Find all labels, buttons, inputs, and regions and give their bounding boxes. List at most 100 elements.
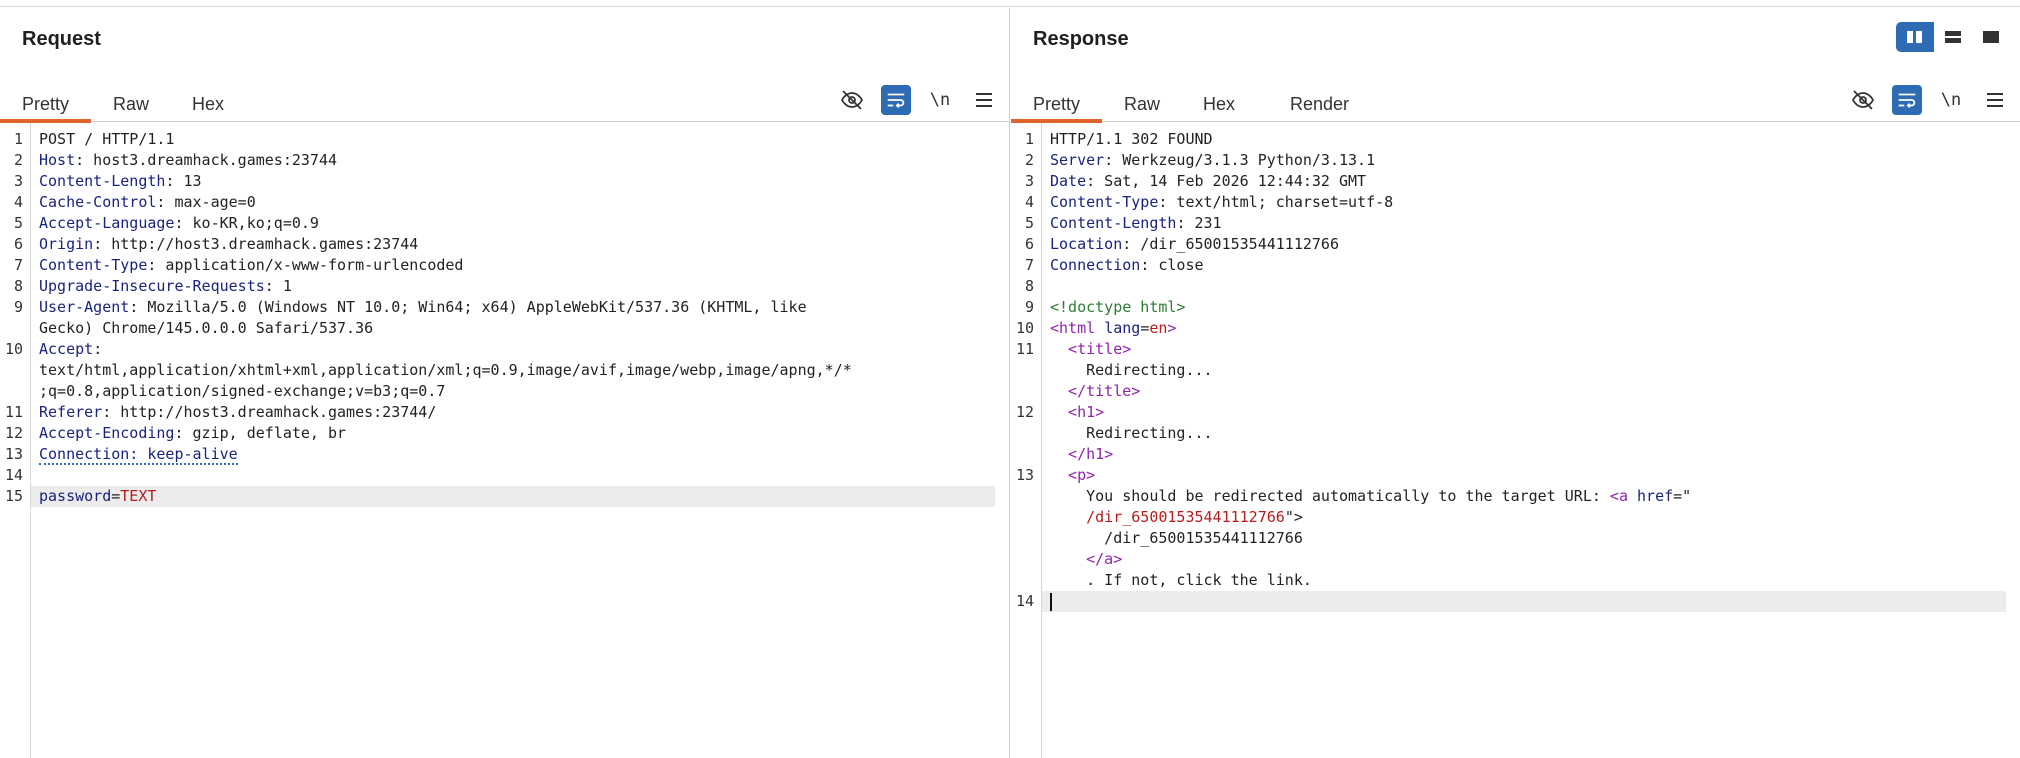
code-token: <!doctype html> (1050, 298, 1186, 316)
eye-off-icon[interactable] (837, 85, 867, 115)
line-code: <!doctype html> (1042, 297, 2006, 318)
code-token: Accept-Language (39, 214, 175, 232)
code-token: Redirecting... (1050, 424, 1213, 442)
code-token: Location (1050, 235, 1123, 253)
tab-response-hex[interactable]: Hex (1181, 78, 1257, 122)
code-line: Redirecting... (1011, 360, 2006, 381)
code-token: "> (1284, 508, 1303, 526)
code-token: : application/x-www-form-urlencoded (147, 256, 464, 274)
line-number: 1 (13, 130, 23, 148)
line-number: 5 (1024, 214, 1034, 232)
line-code: POST / HTTP/1.1 (31, 129, 995, 150)
line-code: Server: Werkzeug/3.1.3 Python/3.13.1 (1042, 150, 2006, 171)
code-token: Connection (1050, 256, 1141, 274)
code-line: 7 Content-Type: application/x-www-form-ur… (0, 255, 995, 276)
hamburger-icon[interactable] (969, 85, 999, 115)
single-pane-icon[interactable] (1972, 22, 2010, 52)
code-token: POST / HTTP/1.1 (39, 130, 175, 148)
code-line: 13 Connection: keep-alive (0, 444, 995, 465)
tab-request-hex[interactable]: Hex (170, 78, 246, 122)
tab-request-raw[interactable]: Raw (91, 78, 171, 122)
code-line: 7 Connection: close (1011, 255, 2006, 276)
code-token: : max-age=0 (156, 193, 256, 211)
line-code: /dir_65001535441112766 (1042, 528, 2006, 549)
code-token: Host (39, 151, 76, 169)
wrap-icon[interactable] (1892, 85, 1922, 115)
code-token: /dir_65001535441112766 (1050, 529, 1303, 547)
code-token: HTTP/1.1 302 FOUND (1050, 130, 1213, 148)
code-line: text/html,application/xhtml+xml,applicat… (0, 360, 995, 381)
code-token: : 231 (1176, 214, 1222, 232)
code-token: </title> (1050, 382, 1141, 400)
line-number (1011, 507, 1042, 528)
line-number: 10 (1015, 319, 1034, 337)
code-token: : ko-KR,ko;q=0.9 (174, 214, 319, 232)
line-code: <title> (1042, 339, 2006, 360)
code-line: 10 Accept: (0, 339, 995, 360)
newline-toggle[interactable]: \n (1936, 85, 1966, 115)
code-line: Gecko) Chrome/145.0.0.0 Safari/537.36 (0, 318, 995, 339)
code-line: 5 Content-Length: 231 (1011, 213, 2006, 234)
line-number: 15 (4, 487, 23, 505)
code-token: Accept (39, 340, 94, 358)
line-number: 4 (1024, 193, 1034, 211)
code-line: 13 <p> (1011, 465, 2006, 486)
line-code: </h1> (1042, 444, 2006, 465)
line-number: 6 (1024, 235, 1034, 253)
code-line: You should be redirected automatically t… (1011, 486, 2006, 507)
code-token: = (111, 487, 121, 505)
code-token: Connection: keep-alive (39, 445, 238, 465)
split-columns-icon[interactable] (1896, 22, 1934, 52)
line-code: text/html,application/xhtml+xml,applicat… (31, 360, 995, 381)
wrap-icon[interactable] (881, 85, 911, 115)
line-code: Content-Length: 13 (31, 171, 995, 192)
response-toolbar: \n (1848, 82, 2010, 118)
line-number: 14 (1015, 592, 1034, 610)
request-toolbar: \n (837, 82, 999, 118)
line-code: Accept-Language: ko-KR,ko;q=0.9 (31, 213, 995, 234)
layout-toggles (1896, 22, 2010, 52)
tab-request-pretty[interactable]: Pretty (0, 78, 92, 123)
code-token: : Mozilla/5.0 (Windows NT 10.0; Win64; x… (129, 298, 807, 316)
code-token: </h1> (1050, 445, 1114, 463)
code-line: </a> (1011, 549, 2006, 570)
split-rows-icon[interactable] (1934, 22, 1972, 52)
code-token: href (1637, 487, 1674, 505)
response-title: Response (1033, 28, 1129, 50)
code-line: 2 Server: Werkzeug/3.1.3 Python/3.13.1 (1011, 150, 2006, 171)
code-token: ;q=0.8,application/signed-exchange;v=b3;… (39, 382, 446, 400)
code-token: = (1140, 319, 1150, 337)
tab-response-pretty[interactable]: Pretty (1011, 78, 1103, 123)
newline-toggle[interactable]: \n (925, 85, 955, 115)
code-token: : (93, 340, 103, 358)
line-code: Connection: close (1042, 255, 2006, 276)
code-token: > (1167, 319, 1177, 337)
response-editor[interactable]: 1 HTTP/1.1 302 FOUND 2 Server: Werkzeug/3.1… (1011, 123, 2020, 758)
code-token: Content-Length (39, 172, 166, 190)
top-divider (0, 0, 2020, 7)
line-code (1042, 591, 2006, 612)
line-number: 8 (13, 277, 23, 295)
line-number: 13 (1015, 466, 1034, 484)
line-code: Origin: http://host3.dreamhack.games:237… (31, 234, 995, 255)
line-code: </title> (1042, 381, 2006, 402)
code-line: 9 <!doctype html> (1011, 297, 2006, 318)
line-number: 13 (4, 445, 23, 463)
hamburger-icon[interactable] (1980, 85, 2010, 115)
code-token: : host3.dreamhack.games:23744 (75, 151, 338, 169)
eye-off-icon[interactable] (1848, 85, 1878, 115)
tab-response-raw[interactable]: Raw (1102, 78, 1182, 122)
line-number: 11 (1015, 340, 1034, 358)
request-pane: Request Pretty Raw Hex \n 1 POST / HTTP/1… (0, 8, 1010, 758)
line-code: Redirecting... (1042, 360, 2006, 381)
line-number (1011, 486, 1042, 507)
line-number (1011, 423, 1042, 444)
request-editor[interactable]: 1 POST / HTTP/1.1 2 Host: host3.dreamhack.g… (0, 123, 1009, 758)
line-code: Accept: (31, 339, 995, 360)
code-line: </h1> (1011, 444, 2006, 465)
line-code: . If not, click the link. (1042, 570, 2006, 591)
tab-response-render[interactable]: Render (1268, 78, 1371, 122)
code-line: 6 Location: /dir_65001535441112766 (1011, 234, 2006, 255)
code-line: 8 (1011, 276, 2006, 297)
